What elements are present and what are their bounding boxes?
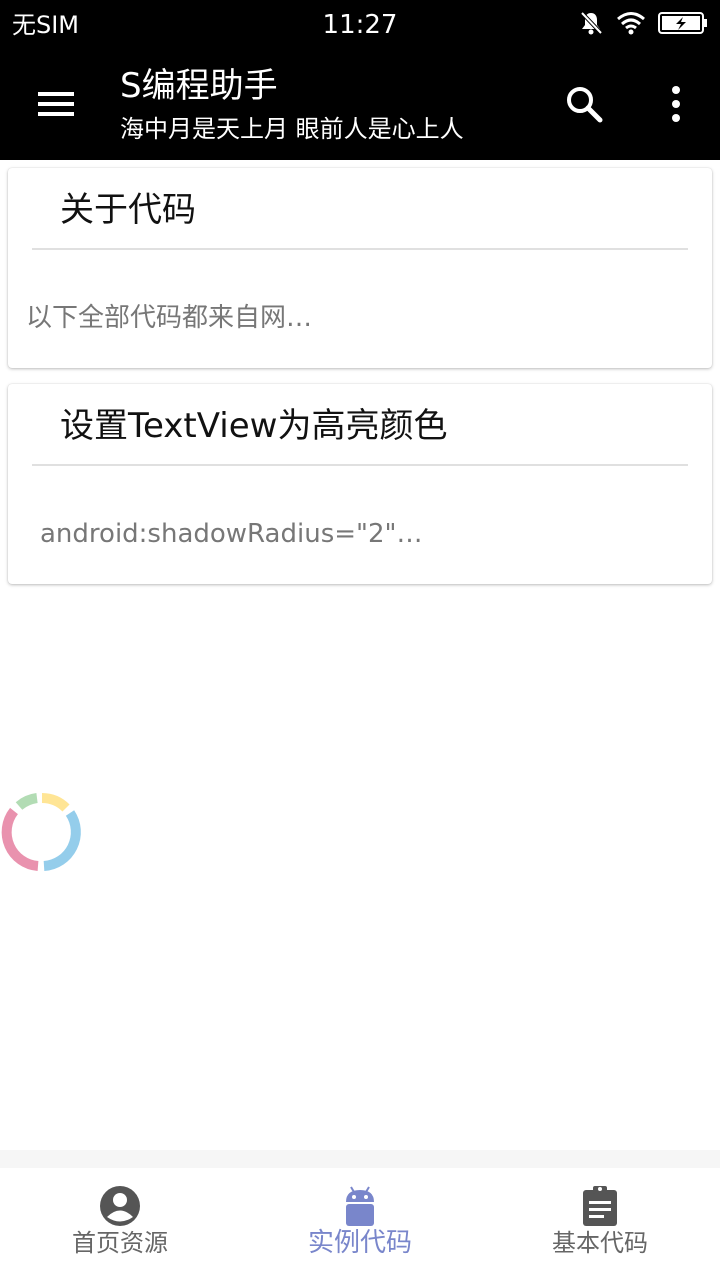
nav-label: 实例代码: [307, 1228, 412, 1258]
android-icon: [346, 1186, 374, 1226]
nav-label: 基本代码: [552, 1229, 648, 1257]
card-divider: [32, 248, 688, 250]
nav-label: 首页资源: [72, 1229, 168, 1257]
mute-icon: [578, 10, 604, 40]
status-bar: 无SIM 11:27: [0, 0, 720, 50]
loading-spinner-icon: [0, 786, 88, 878]
card-preview-text: 以下全部代码都来自网…: [26, 303, 313, 333]
status-icons: [578, 10, 708, 40]
card-title: 设置TextView为高亮颜色: [60, 406, 448, 446]
nav-item-example-code[interactable]: 实例代码: [240, 1184, 480, 1274]
menu-icon: [38, 92, 74, 116]
more-vert-icon: [672, 86, 680, 122]
bottom-nav-divider: [0, 1150, 720, 1168]
page-subtitle: 海中月是天上月 眼前人是心上人: [120, 115, 464, 143]
nav-item-home-resources[interactable]: 首页资源: [0, 1184, 240, 1274]
app-bar: S编程助手 海中月是天上月 眼前人是心上人: [0, 50, 720, 160]
more-options-button[interactable]: [660, 80, 692, 128]
search-button[interactable]: [560, 80, 608, 128]
card-title: 关于代码: [60, 190, 196, 230]
battery-charging-icon: [658, 11, 708, 39]
clipboard-icon: [583, 1186, 617, 1226]
code-card[interactable]: 设置TextView为高亮颜色 android:shadowRadius="2"…: [8, 384, 712, 584]
code-card[interactable]: 关于代码 以下全部代码都来自网…: [8, 168, 712, 368]
nav-item-basic-code[interactable]: 基本代码: [480, 1184, 720, 1274]
menu-button[interactable]: [28, 80, 84, 128]
wifi-icon: [616, 11, 646, 39]
card-divider: [32, 464, 688, 466]
account-circle-icon: [100, 1186, 140, 1226]
search-icon: [567, 87, 603, 123]
card-preview-text: android:shadowRadius="2"…: [40, 519, 423, 549]
page-title: S编程助手: [120, 66, 278, 106]
bottom-navigation: 首页资源 实例代码 基本代码: [0, 1150, 720, 1280]
